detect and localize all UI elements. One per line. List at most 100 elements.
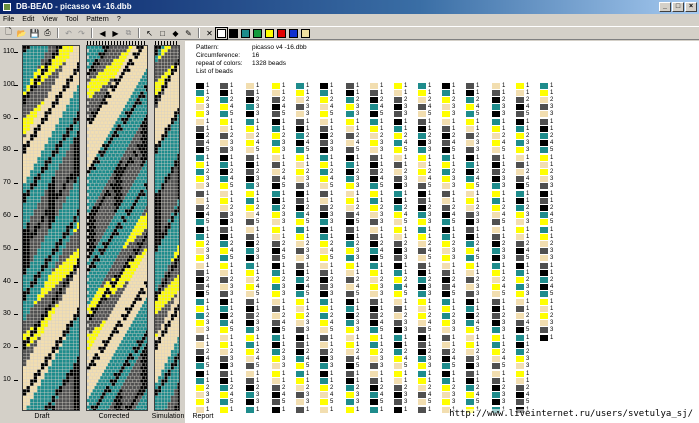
delete-color-icon[interactable]: ✕ — [204, 28, 215, 39]
bead-list-item: 3 — [492, 176, 510, 183]
color-swatch[interactable] — [265, 28, 274, 38]
pointer-icon[interactable]: ↖ — [144, 28, 155, 39]
arrow-left-icon[interactable]: ◀ — [97, 28, 108, 39]
bead-list-item: 1 — [272, 82, 290, 89]
fill-icon[interactable]: ◆ — [170, 28, 181, 39]
bead-list-item: 1 — [246, 334, 264, 341]
tab-corrected[interactable]: Corrected — [94, 413, 134, 420]
bead-list-item: 2 — [466, 132, 484, 139]
bead-list-item: 1 — [320, 377, 338, 384]
bead-list-item: 3 — [346, 183, 364, 190]
bead-list-item: 4 — [272, 248, 290, 255]
bead-list-item: 1 — [196, 82, 214, 89]
bead-list-item: 3 — [346, 255, 364, 262]
bead-list-item: 2 — [296, 240, 314, 247]
bead-list-item: 3 — [466, 219, 484, 226]
pipette-icon[interactable]: ✎ — [183, 28, 194, 39]
color-swatch[interactable] — [289, 28, 298, 38]
bead-list-item: 1 — [370, 334, 388, 341]
bead-list-item: 5 — [320, 399, 338, 406]
new-icon[interactable]: 🗋 — [3, 27, 14, 39]
undo-icon[interactable]: ↶ — [63, 28, 74, 39]
bead-list-item: 2 — [296, 96, 314, 103]
close-button[interactable]: × — [685, 2, 697, 12]
bead-list-item: 4 — [492, 140, 510, 147]
bead-list-item: 2 — [346, 168, 364, 175]
color-swatch[interactable] — [215, 26, 228, 40]
bead-list-item: 1 — [320, 305, 338, 312]
bead-list-item: 3 — [246, 183, 264, 190]
bead-list-item: 4 — [272, 392, 290, 399]
bead-list-item: 1 — [492, 161, 510, 168]
print-icon[interactable]: ⎙ — [42, 28, 53, 39]
bead-list-item: 3 — [296, 320, 314, 327]
bead-list-item: 3 — [220, 219, 238, 226]
bead-list-item: 2 — [394, 168, 412, 175]
bead-list-item: 2 — [442, 204, 460, 211]
color-swatch[interactable] — [229, 28, 238, 38]
bead-list-item: 3 — [540, 327, 558, 334]
bead-list-item: 4 — [246, 140, 264, 147]
bead-list-item: 1 — [442, 118, 460, 125]
menu-edit[interactable]: Edit — [22, 14, 34, 26]
bead-list-item: 1 — [272, 370, 290, 377]
bead-list-item: 4 — [272, 176, 290, 183]
select-rect-icon[interactable]: □ — [157, 28, 168, 39]
maximize-button[interactable]: □ — [672, 2, 684, 12]
arrow-right-icon[interactable]: ▶ — [110, 28, 121, 39]
copy-icon[interactable]: ⧉ — [123, 28, 134, 39]
bead-list-item: 2 — [246, 96, 264, 103]
bead-list-item: 2 — [246, 312, 264, 319]
bead-list-item: 1 — [540, 125, 558, 132]
bead-list-item: 1 — [320, 118, 338, 125]
bead-list-item: 1 — [516, 262, 534, 269]
simulation-grid[interactable] — [154, 45, 180, 411]
redo-icon[interactable]: ↷ — [76, 28, 87, 39]
bead-list-item: 2 — [346, 204, 364, 211]
menu-tool[interactable]: Tool — [65, 14, 78, 26]
minimize-button[interactable]: _ — [659, 2, 671, 12]
bead-list-item: 2 — [196, 384, 214, 391]
menu-help[interactable]: ? — [117, 14, 121, 26]
bead-list-item: 1 — [220, 305, 238, 312]
bead-list-item: 3 — [418, 219, 436, 226]
color-swatch[interactable] — [241, 28, 250, 38]
bead-list-item: 3 — [466, 356, 484, 363]
tab-draft[interactable]: Draft — [22, 413, 62, 420]
menu-file[interactable]: File — [3, 14, 14, 26]
tab-report[interactable]: Report — [190, 413, 216, 420]
draft-grid[interactable] — [22, 45, 80, 411]
bead-list-item: 3 — [246, 320, 264, 327]
bead-list-item: 1 — [442, 125, 460, 132]
bead-list-item: 5 — [516, 111, 534, 118]
bead-list-item: 1 — [394, 118, 412, 125]
bead-list-item: 2 — [272, 276, 290, 283]
bead-list-item: 3 — [442, 255, 460, 262]
save-icon[interactable]: 💾 — [29, 28, 40, 39]
bead-list-item: 5 — [346, 147, 364, 154]
bead-list-item: 1 — [370, 298, 388, 305]
bead-list-item: 5 — [196, 291, 214, 298]
open-icon[interactable]: 📂 — [16, 28, 27, 39]
bead-list-item: 3 — [466, 212, 484, 219]
bead-list-item: 1 — [346, 89, 364, 96]
bead-list-item: 3 — [246, 392, 264, 399]
bead-list-item: 5 — [296, 219, 314, 226]
bead-list-item: 3 — [296, 248, 314, 255]
bead-list-item: 1 — [516, 233, 534, 240]
bead-list-item: 4 — [516, 392, 534, 399]
bead-list-item: 1 — [320, 89, 338, 96]
bead-list-item: 5 — [466, 327, 484, 334]
corrected-grid[interactable] — [86, 45, 148, 411]
bead-list-item: 5 — [418, 399, 436, 406]
bead-list-item: 2 — [442, 312, 460, 319]
color-swatch[interactable] — [277, 28, 286, 38]
color-swatch[interactable] — [301, 28, 310, 38]
tab-simulation[interactable]: Simulation — [148, 413, 188, 420]
menu-view[interactable]: View — [42, 14, 57, 26]
bead-list-item: 1 — [516, 89, 534, 96]
bead-list-item: 3 — [220, 291, 238, 298]
bead-list-item: 4 — [418, 248, 436, 255]
menu-pattern[interactable]: Pattern — [86, 14, 109, 26]
color-swatch[interactable] — [253, 28, 262, 38]
